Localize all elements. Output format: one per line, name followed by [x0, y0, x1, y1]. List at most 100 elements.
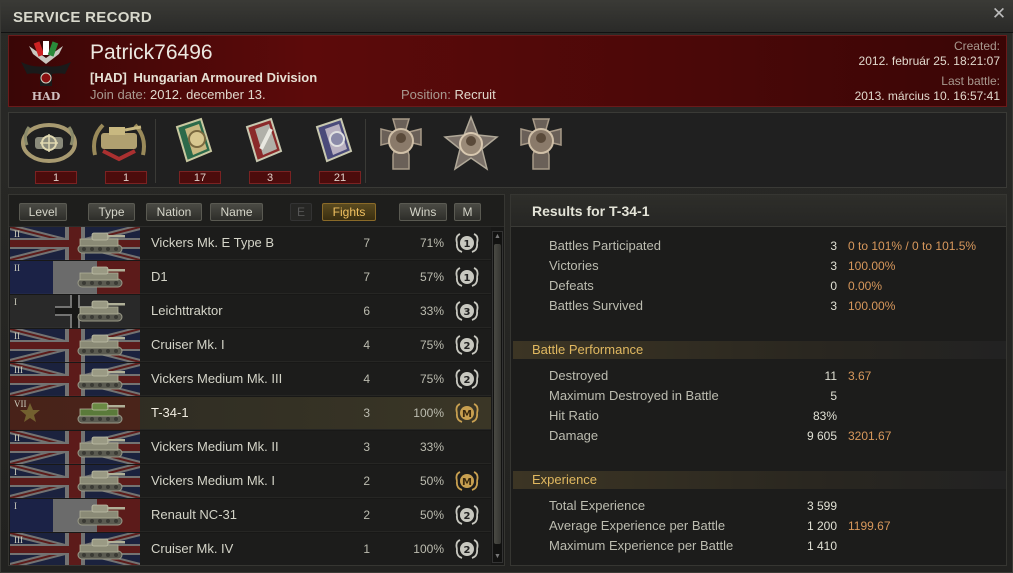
- scroll-down-icon[interactable]: ▼: [493, 552, 502, 562]
- stat-extra: 100.00%: [848, 259, 896, 273]
- tank-expert-badge-icon[interactable]: 1: [87, 115, 151, 187]
- medal-count: 17: [179, 171, 221, 184]
- medal-count: 1: [105, 171, 147, 184]
- sort-nation-button[interactable]: Nation: [146, 203, 202, 221]
- scroll-thumb[interactable]: [494, 244, 501, 544]
- win-rate: 50%: [419, 508, 444, 522]
- vehicle-row[interactable]: I Renault NC-31 2 50% 2: [10, 499, 491, 532]
- tank-icon: [72, 264, 128, 291]
- fights-count: 4: [363, 372, 370, 386]
- tank-name: Vickers Medium Mk. III: [151, 371, 283, 386]
- stat-extra: 100.00%: [848, 299, 896, 313]
- battle-performance-title: Battle Performance: [532, 342, 644, 357]
- red-ribbon-medal-icon[interactable]: 3: [231, 115, 295, 187]
- stat-label: Victories: [549, 258, 599, 273]
- stat-label: Damage: [549, 428, 599, 443]
- cross-medal-2-icon[interactable]: [509, 115, 573, 187]
- sort-wins-button[interactable]: Wins: [399, 203, 447, 221]
- tier-label: III: [14, 535, 23, 545]
- sort-level-button[interactable]: Level: [19, 203, 67, 221]
- stat-row: Maximum Experience per Battle 1 410: [511, 536, 1006, 556]
- created-block: Created: 2012. február 25. 18:21:07: [859, 39, 1000, 68]
- stat-row: Defeats 0 0.00%: [511, 276, 1006, 296]
- svg-text:M: M: [462, 477, 472, 488]
- fights-count: 6: [363, 304, 370, 318]
- win-rate: 50%: [419, 474, 444, 488]
- stat-label: Battles Participated: [549, 238, 662, 253]
- vehicle-row[interactable]: VII T-34-1 3 100% M: [10, 397, 491, 430]
- service-record-window: SERVICE RECORD ✕ HAD Patrick76496 [HAD] …: [0, 0, 1013, 573]
- stat-value: 83%: [812, 409, 837, 423]
- stat-row: Maximum Destroyed in Battle 5: [511, 386, 1006, 406]
- stat-value: 3: [830, 259, 837, 273]
- vehicle-row[interactable]: III Vickers Medium Mk. III 4 75% 2: [10, 360, 491, 399]
- vehicle-row[interactable]: I Leichttraktor 6 33% 3: [10, 291, 491, 331]
- stat-value: 0: [830, 279, 837, 293]
- sort-name-button[interactable]: Name: [210, 203, 263, 221]
- title-bar[interactable]: SERVICE RECORD ✕: [1, 1, 1013, 33]
- stat-value: 5: [830, 389, 837, 403]
- vehicle-list-panel: Level Type Nation Name E Fights Wins M I…: [8, 194, 505, 566]
- stat-value: 3 599: [806, 499, 837, 513]
- svg-text:HAD: HAD: [32, 90, 61, 103]
- vehicle-row[interactable]: III Cruiser Mk. IV 1 100% 2: [10, 530, 491, 565]
- mastery-badge-icon: M: [455, 470, 479, 492]
- win-rate: 71%: [419, 236, 444, 250]
- svg-text:1: 1: [464, 239, 471, 250]
- mastery-badge-icon: 1: [455, 266, 479, 288]
- tank-name: Cruiser Mk. IV: [151, 541, 234, 556]
- tank-icon: [72, 502, 128, 529]
- sniper-tank-badge-icon[interactable]: 1: [17, 115, 81, 187]
- cross-medal-1-icon[interactable]: [369, 115, 433, 187]
- vehicle-list-scrollbar[interactable]: ▲ ▼: [492, 231, 503, 563]
- win-rate: 33%: [419, 304, 444, 318]
- last-battle-block: Last battle: 2013. március 10. 16:57:41: [855, 74, 1000, 103]
- mastery-badge-icon: 2: [455, 368, 479, 390]
- position-label: Position:: [401, 87, 451, 102]
- vehicle-row[interactable]: II Cruiser Mk. I 4 75% 2: [10, 326, 491, 365]
- stat-extra: 0 to 101% / 0 to 101.5%: [848, 239, 977, 253]
- tier-label: II: [14, 331, 20, 341]
- stat-value: 1 200: [806, 519, 837, 533]
- close-icon[interactable]: ✕: [990, 5, 1008, 23]
- green-ribbon-medal-icon[interactable]: 17: [161, 115, 225, 187]
- stat-row: Victories 3 100.00%: [511, 256, 1006, 276]
- stat-extra: 1199.67: [848, 519, 891, 533]
- svg-text:2: 2: [464, 375, 471, 386]
- created-label: Created:: [953, 39, 1000, 53]
- tier-label: II: [14, 229, 20, 239]
- vehicle-row[interactable]: II D1 7 57% 1: [10, 261, 491, 294]
- sort-mastery-button[interactable]: M: [454, 203, 481, 221]
- position-row: Position: Recruit: [401, 87, 496, 102]
- tank-name: Leichttraktor: [151, 303, 223, 318]
- tank-icon: [72, 332, 128, 359]
- vehicle-row[interactable]: II Vickers Mk. E Type B 7 71% 1: [10, 227, 491, 263]
- results-panel: Results for T-34-1 Battles Participated 3…: [510, 194, 1007, 566]
- player-header: HAD Patrick76496 [HAD] Hungarian Armoure…: [8, 35, 1007, 107]
- scroll-up-icon[interactable]: ▲: [493, 232, 502, 242]
- blue-ribbon-medal-icon[interactable]: 21: [301, 115, 365, 187]
- results-title: Results for T-34-1: [532, 203, 650, 219]
- fights-count: 7: [363, 236, 370, 250]
- stat-value: 3: [830, 299, 837, 313]
- tank-icon: [72, 298, 128, 325]
- win-rate: 100%: [413, 406, 444, 420]
- svg-text:1: 1: [464, 273, 471, 284]
- mastery-badge-icon: M: [455, 402, 479, 424]
- vehicle-row[interactable]: II Vickers Medium Mk. II 3 33%: [10, 428, 491, 467]
- svg-text:2: 2: [464, 341, 471, 352]
- clan-tag: [HAD]: [90, 70, 127, 85]
- tank-name: Vickers Mk. E Type B: [151, 235, 275, 250]
- stat-row: Total Experience 3 599: [511, 496, 1006, 516]
- tier-label: I: [14, 467, 17, 477]
- fights-count: 7: [363, 270, 370, 284]
- stat-label: Average Experience per Battle: [549, 518, 726, 533]
- fights-count: 1: [363, 542, 370, 556]
- star-medal-icon[interactable]: [439, 115, 503, 187]
- experience-header: Experience: [513, 471, 1006, 489]
- sort-fights-button[interactable]: Fights: [322, 203, 376, 221]
- sort-type-button[interactable]: Type: [88, 203, 135, 221]
- vehicle-row[interactable]: I Vickers Medium Mk. I 2 50% M: [10, 462, 491, 501]
- clan-line[interactable]: [HAD] Hungarian Armoured Division: [90, 70, 317, 85]
- last-battle-label: Last battle:: [941, 74, 1000, 88]
